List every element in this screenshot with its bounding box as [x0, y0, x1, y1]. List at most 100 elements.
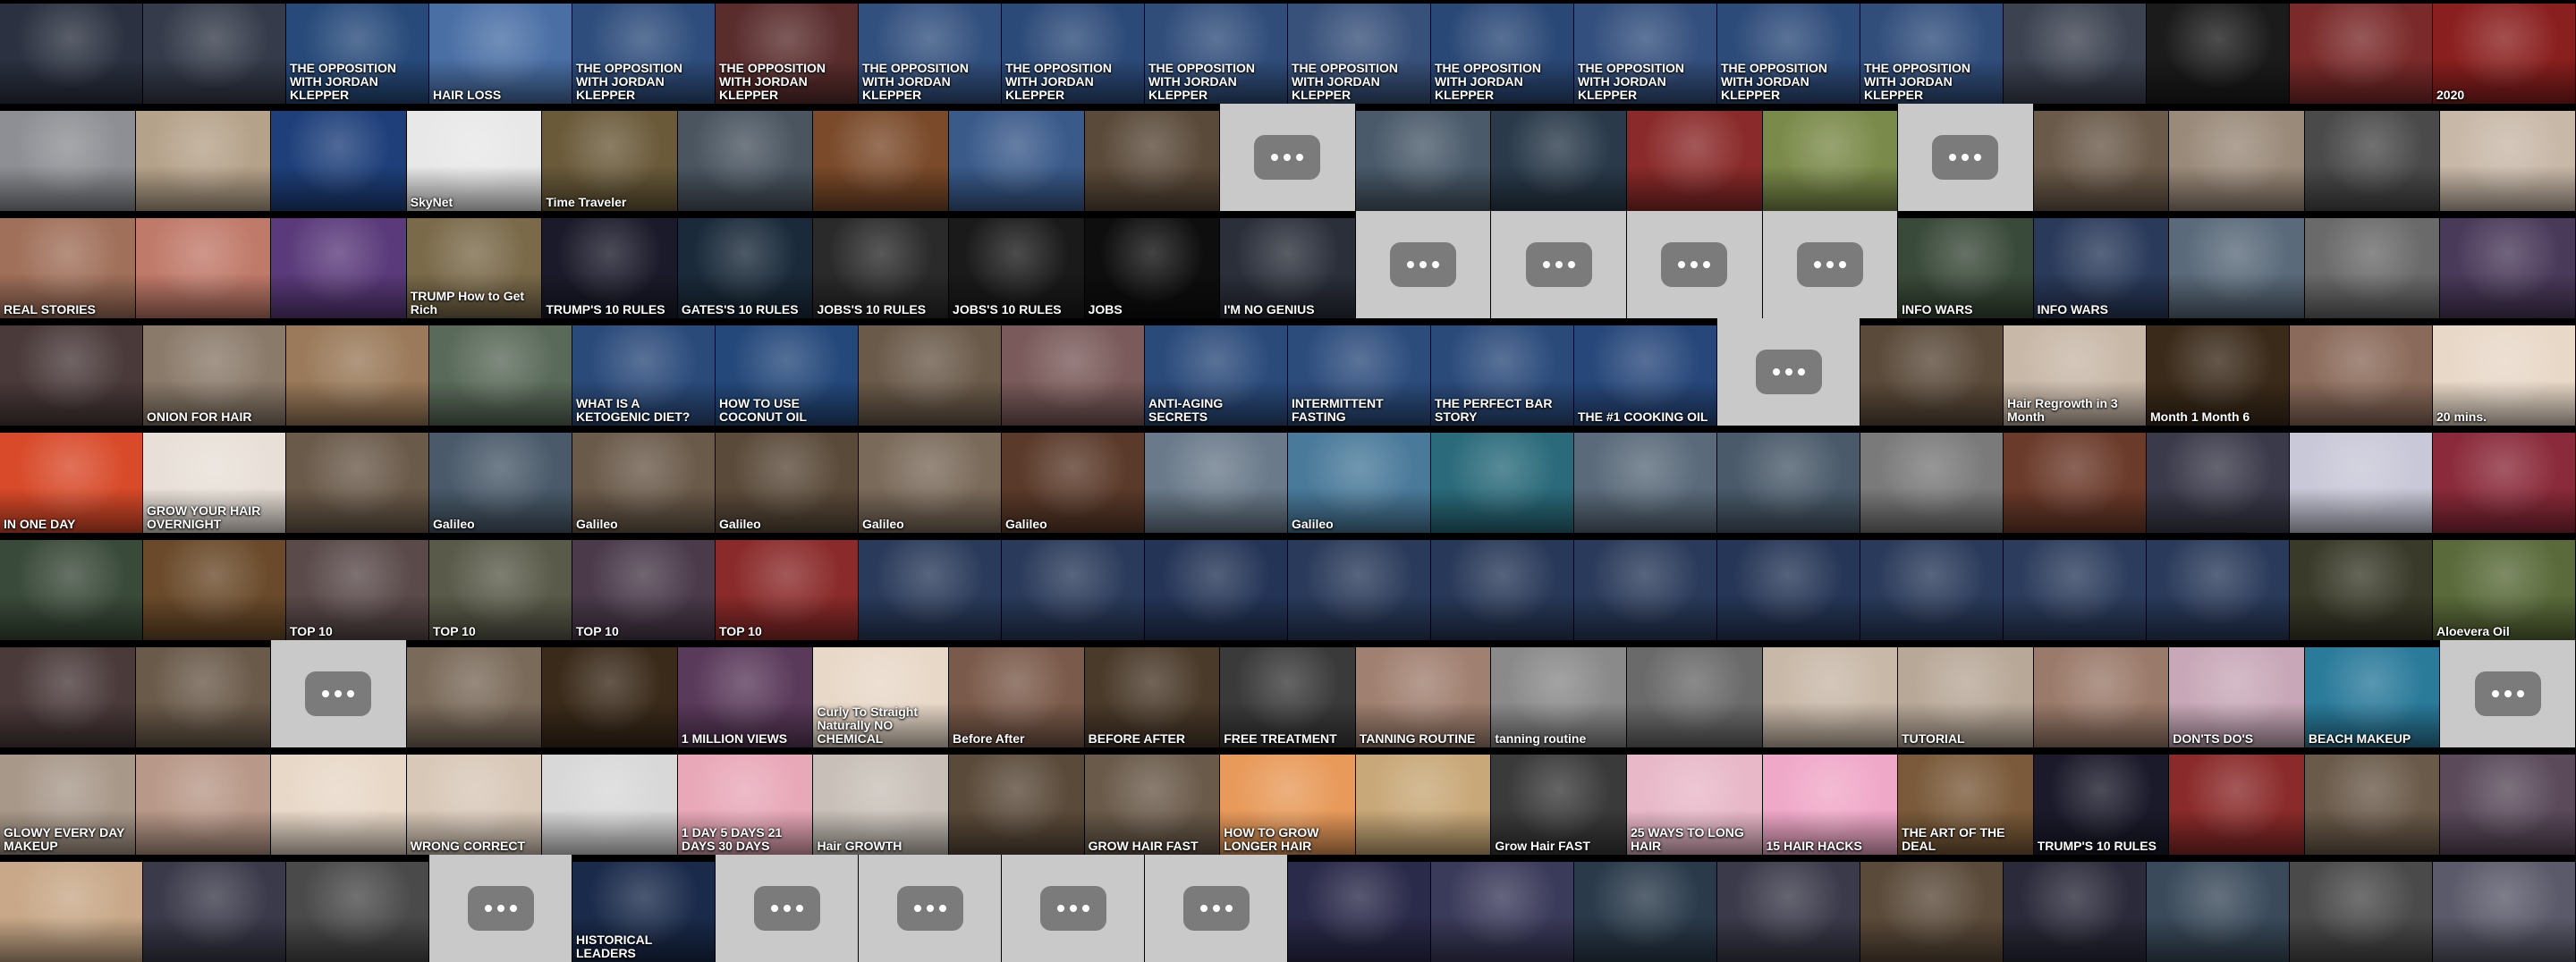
video-thumbnail[interactable]: Galileo [1002, 426, 1144, 533]
video-thumbnail[interactable]: Hair GROWTH [813, 747, 949, 855]
video-thumbnail[interactable] [1626, 104, 1762, 211]
video-thumbnail[interactable] [1002, 318, 1144, 426]
video-thumbnail[interactable]: GATES'S 10 RULES [677, 211, 813, 318]
video-thumbnail[interactable] [2169, 104, 2304, 211]
video-thumbnail[interactable] [2004, 533, 2146, 640]
ellipsis-icon[interactable] [2474, 671, 2541, 716]
video-thumbnail[interactable]: Time Traveler [542, 104, 677, 211]
video-thumbnail[interactable]: Galileo [716, 426, 858, 533]
thumbnail-placeholder[interactable] [429, 855, 572, 962]
video-thumbnail[interactable]: 15 HAIR HACKS [1762, 747, 1898, 855]
video-thumbnail[interactable] [286, 318, 428, 426]
video-thumbnail[interactable] [2004, 0, 2146, 104]
video-thumbnail[interactable]: REAL STORIES [0, 211, 135, 318]
video-thumbnail[interactable] [1288, 855, 1430, 962]
video-thumbnail[interactable] [2290, 855, 2432, 962]
video-thumbnail[interactable]: SkyNet [406, 104, 542, 211]
video-thumbnail[interactable] [1860, 318, 2003, 426]
video-thumbnail[interactable] [286, 426, 428, 533]
video-thumbnail[interactable]: JOBS'S 10 RULES [949, 211, 1084, 318]
video-thumbnail[interactable] [949, 104, 1084, 211]
video-thumbnail[interactable] [2147, 426, 2289, 533]
video-thumbnail[interactable] [2304, 104, 2440, 211]
video-thumbnail[interactable] [542, 640, 677, 747]
video-thumbnail[interactable] [949, 747, 1084, 855]
video-thumbnail[interactable] [1762, 640, 1898, 747]
ellipsis-icon[interactable] [1390, 242, 1457, 287]
video-thumbnail[interactable]: JOBS'S 10 RULES [813, 211, 949, 318]
video-thumbnail[interactable]: TOP 10 [716, 533, 858, 640]
video-thumbnail[interactable]: THE OPPOSITION WITH JORDAN KLEPPER [572, 0, 715, 104]
video-thumbnail[interactable] [1717, 855, 1860, 962]
video-thumbnail[interactable]: HOW TO GROW LONGER HAIR [1220, 747, 1355, 855]
video-thumbnail[interactable]: 20 mins. [2433, 318, 2575, 426]
ellipsis-icon[interactable] [1932, 135, 1999, 180]
video-thumbnail[interactable] [1431, 533, 1573, 640]
video-thumbnail[interactable] [406, 640, 542, 747]
video-thumbnail[interactable]: 1 DAY 5 DAYS 21 DAYS 30 DAYS [677, 747, 813, 855]
video-thumbnail[interactable] [429, 318, 572, 426]
video-thumbnail[interactable] [135, 747, 271, 855]
video-thumbnail[interactable] [2033, 640, 2169, 747]
thumbnail-placeholder[interactable] [859, 855, 1001, 962]
video-thumbnail[interactable] [1145, 533, 1287, 640]
video-thumbnail[interactable]: Month 1 Month 6 [2147, 318, 2289, 426]
video-thumbnail[interactable]: TRUMP'S 10 RULES [542, 211, 677, 318]
video-thumbnail[interactable] [1717, 426, 1860, 533]
video-thumbnail[interactable]: FREE TREATMENT [1220, 640, 1355, 747]
video-thumbnail[interactable] [135, 211, 271, 318]
video-thumbnail[interactable]: DON'TS DO'S [2169, 640, 2304, 747]
ellipsis-icon[interactable] [753, 886, 820, 931]
video-thumbnail[interactable]: THE OPPOSITION WITH JORDAN KLEPPER [716, 0, 858, 104]
video-thumbnail[interactable]: THE OPPOSITION WITH JORDAN KLEPPER [1860, 0, 2003, 104]
video-thumbnail[interactable]: BEACH MAKEUP [2304, 640, 2440, 747]
thumbnail-placeholder[interactable] [1002, 855, 1144, 962]
video-thumbnail[interactable] [1717, 533, 1860, 640]
video-thumbnail[interactable]: tanning routine [1491, 640, 1626, 747]
thumbnail-placeholder[interactable] [1145, 855, 1287, 962]
video-thumbnail[interactable] [2440, 104, 2575, 211]
video-thumbnail[interactable] [0, 0, 142, 104]
video-thumbnail[interactable] [1355, 747, 1491, 855]
video-thumbnail[interactable] [2290, 0, 2432, 104]
video-thumbnail[interactable]: TRUMP How to Get Rich [406, 211, 542, 318]
video-thumbnail[interactable] [0, 533, 142, 640]
video-thumbnail[interactable] [2304, 211, 2440, 318]
video-thumbnail[interactable] [271, 211, 406, 318]
ellipsis-icon[interactable] [1039, 886, 1106, 931]
video-thumbnail[interactable] [1002, 533, 1144, 640]
video-thumbnail[interactable] [1574, 533, 1716, 640]
video-thumbnail[interactable]: Curly To Straight Naturally NO CHEMICAL [813, 640, 949, 747]
video-thumbnail[interactable] [2290, 533, 2432, 640]
video-thumbnail[interactable]: TANNING ROUTINE [1355, 640, 1491, 747]
video-thumbnail[interactable] [0, 855, 142, 962]
thumbnail-placeholder[interactable] [1491, 211, 1626, 318]
video-thumbnail[interactable] [2147, 533, 2289, 640]
ellipsis-icon[interactable] [1254, 135, 1321, 180]
video-thumbnail[interactable] [0, 640, 135, 747]
video-thumbnail[interactable] [677, 104, 813, 211]
thumbnail-placeholder[interactable] [1626, 211, 1762, 318]
video-thumbnail[interactable] [1574, 855, 1716, 962]
video-thumbnail[interactable] [2169, 211, 2304, 318]
video-thumbnail[interactable]: BEFORE AFTER [1084, 640, 1220, 747]
video-thumbnail[interactable]: Grow Hair FAST [1491, 747, 1626, 855]
thumbnail-placeholder[interactable] [2440, 640, 2575, 747]
video-thumbnail[interactable]: Aloevera Oil [2433, 533, 2575, 640]
video-thumbnail[interactable]: 1 MILLION VIEWS [677, 640, 813, 747]
video-thumbnail[interactable] [2440, 211, 2575, 318]
video-thumbnail[interactable]: HOW TO USE COCONUT OIL [716, 318, 858, 426]
video-thumbnail[interactable] [2169, 747, 2304, 855]
video-thumbnail[interactable]: THE OPPOSITION WITH JORDAN KLEPPER [1288, 0, 1430, 104]
video-thumbnail[interactable]: ANTI-AGING SECRETS [1145, 318, 1287, 426]
video-thumbnail[interactable] [2004, 855, 2146, 962]
video-thumbnail[interactable]: TRUMP'S 10 RULES [2033, 747, 2169, 855]
thumbnail-placeholder[interactable] [1717, 318, 1860, 426]
video-thumbnail[interactable] [143, 533, 285, 640]
video-thumbnail[interactable]: GROW YOUR HAIR OVERNIGHT [143, 426, 285, 533]
thumbnail-placeholder[interactable] [271, 640, 406, 747]
video-thumbnail[interactable] [1084, 104, 1220, 211]
video-thumbnail[interactable]: HISTORICAL LEADERS [572, 855, 715, 962]
thumbnail-placeholder[interactable] [1220, 104, 1355, 211]
video-thumbnail[interactable]: JOBS [1084, 211, 1220, 318]
